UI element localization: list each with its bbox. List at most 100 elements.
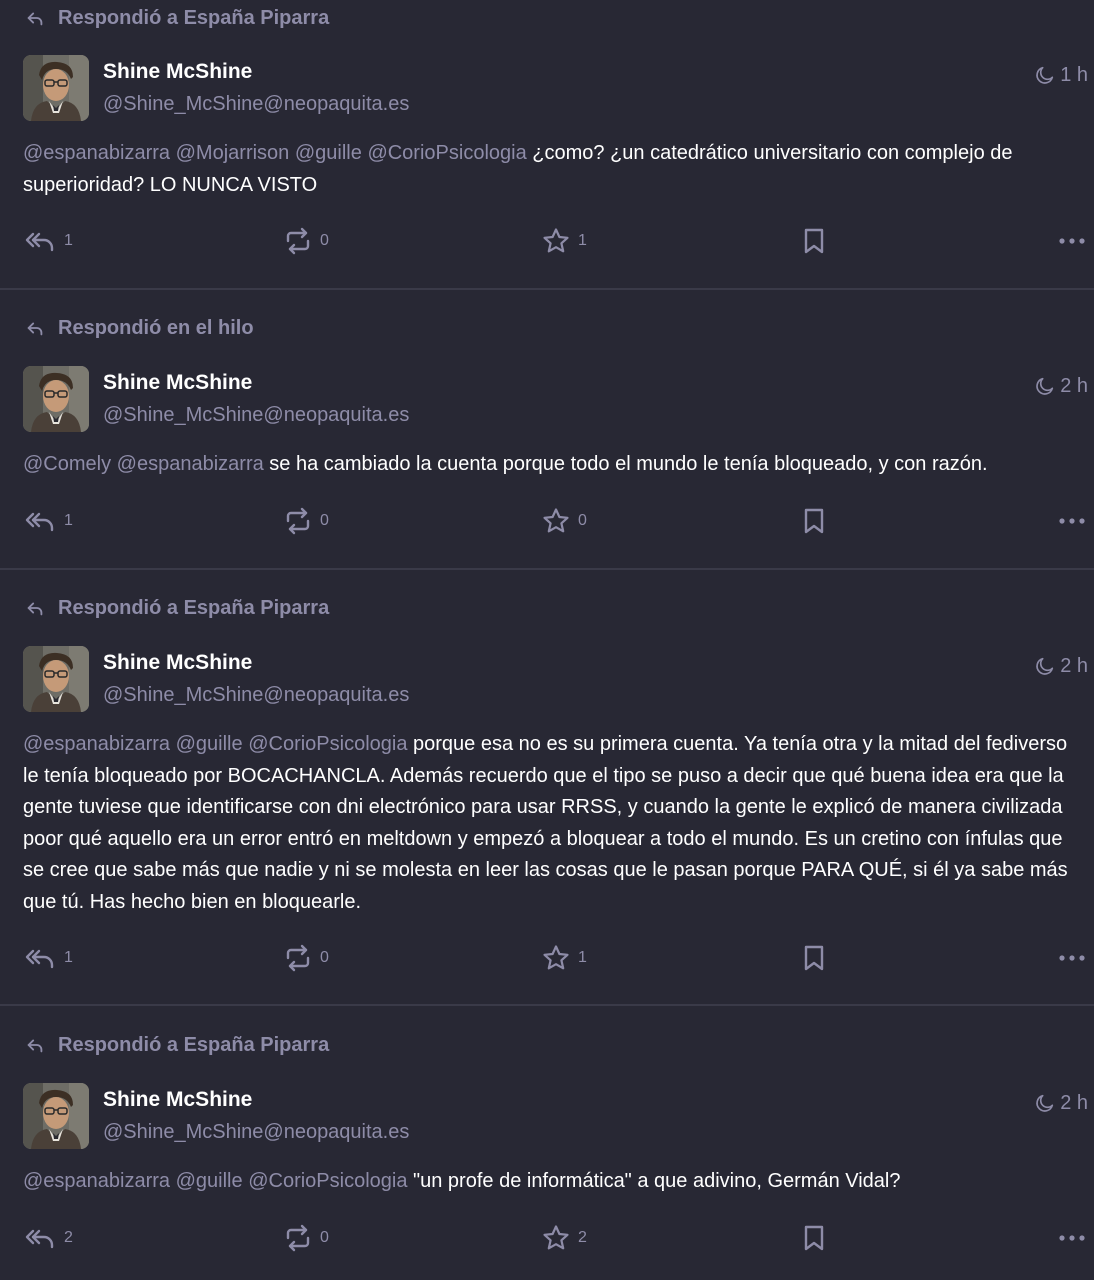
mention-link[interactable]: @espanabizarra [23,733,170,755]
bookmark-button[interactable] [802,501,826,541]
more-icon [1058,1234,1086,1242]
bookmark-icon [802,507,826,535]
mention-link[interactable]: @guille [295,142,362,164]
reply-count: 1 [64,949,73,966]
post-divider [0,1004,1094,1006]
bookmark-button[interactable] [802,221,826,261]
author-handle[interactable]: @Shine_McShine@neopaquita.es [103,401,409,429]
more-button[interactable] [1058,221,1086,261]
reply-all-icon [24,229,56,253]
post-content: @espanabizarra @Mojarrison @guille @Cori… [23,138,1088,201]
star-icon [542,507,570,535]
post-text: se ha cambiado la cuenta porque todo el … [263,453,988,475]
mention-link[interactable]: @espanabizarra [23,1170,170,1192]
moon-icon [1034,64,1056,86]
reply-arrow-icon [24,1034,46,1056]
status-post[interactable]: Respondió en el hilo Shine McShine @Shin… [0,310,1094,568]
post-text: porque esa no es su primera cuenta. Ya t… [23,733,1068,913]
favourite-button[interactable]: 1 [542,221,587,261]
author-handle[interactable]: @Shine_McShine@neopaquita.es [103,681,409,709]
reply-button[interactable]: 2 [24,1218,73,1258]
mention-link[interactable]: @CorioPsicologia [367,142,526,164]
reply-indicator[interactable]: Respondió a España Piparra [24,1027,329,1063]
reply-arrow-icon [24,317,46,339]
boost-button[interactable]: 0 [284,501,329,541]
post-divider [0,568,1094,570]
status-post[interactable]: Respondió a España Piparra Shine McShine… [0,1027,1094,1280]
reply-label: Respondió a España Piparra [58,6,330,29]
moon-icon [1034,375,1056,397]
favourite-count: 1 [578,232,587,249]
star-icon [542,1224,570,1252]
mention-link[interactable]: @Mojarrison [176,142,290,164]
status-post[interactable]: Respondió a España Piparra Shine McShine… [0,590,1094,1004]
author-name[interactable]: Shine McShine [103,649,252,677]
boost-icon [284,507,312,535]
post-content: @espanabizarra @guille @CorioPsicologia … [23,1166,1088,1198]
author-handle[interactable]: @Shine_McShine@neopaquita.es [103,1118,409,1146]
boost-icon [284,227,312,255]
bookmark-icon [802,227,826,255]
post-content: @espanabizarra @guille @CorioPsicologia … [23,729,1088,918]
post-time[interactable]: 1 h [1034,61,1088,89]
post-time[interactable]: 2 h [1034,652,1088,680]
avatar[interactable] [23,55,89,121]
star-icon [542,944,570,972]
boost-button[interactable]: 0 [284,1218,329,1258]
time-label: 2 h [1060,654,1088,677]
reply-indicator[interactable]: Respondió a España Piparra [24,590,329,626]
status-post[interactable]: Respondió a España Piparra Shine McShine… [0,0,1094,289]
time-label: 1 h [1060,63,1088,86]
mention-link[interactable]: @espanabizarra [117,453,264,475]
time-label: 2 h [1060,374,1088,397]
boost-count: 0 [320,232,329,249]
post-content: @Comely @espanabizarra se ha cambiado la… [23,449,1088,481]
reply-count: 1 [64,512,73,529]
post-divider [0,288,1094,290]
reply-label: Respondió en el hilo [58,316,254,339]
author-name[interactable]: Shine McShine [103,1086,252,1114]
avatar[interactable] [23,366,89,432]
reply-button[interactable]: 1 [24,221,73,261]
bookmark-icon [802,1224,826,1252]
favourite-count: 1 [578,949,587,966]
bookmark-icon [802,944,826,972]
more-button[interactable] [1058,501,1086,541]
bookmark-button[interactable] [802,938,826,978]
favourite-button[interactable]: 1 [542,938,587,978]
post-time[interactable]: 2 h [1034,372,1088,400]
reply-all-icon [24,1226,56,1250]
post-time[interactable]: 2 h [1034,1089,1088,1117]
boost-count: 0 [320,1229,329,1246]
boost-count: 0 [320,949,329,966]
boost-button[interactable]: 0 [284,938,329,978]
bookmark-button[interactable] [802,1218,826,1258]
author-handle[interactable]: @Shine_McShine@neopaquita.es [103,90,409,118]
author-name[interactable]: Shine McShine [103,58,252,86]
moon-icon [1034,1092,1056,1114]
reply-count: 2 [64,1229,73,1246]
mention-link[interactable]: @guille [176,1170,243,1192]
more-button[interactable] [1058,938,1086,978]
reply-button[interactable]: 1 [24,501,73,541]
reply-indicator[interactable]: Respondió a España Piparra [24,0,329,36]
avatar[interactable] [23,646,89,712]
author-name[interactable]: Shine McShine [103,369,252,397]
avatar[interactable] [23,1083,89,1149]
action-bar: 1 0 1 [0,221,1094,261]
reply-arrow-icon [24,7,46,29]
mention-link[interactable]: @CorioPsicologia [248,1170,407,1192]
boost-button[interactable]: 0 [284,221,329,261]
mention-link[interactable]: @Comely [23,453,111,475]
more-button[interactable] [1058,1218,1086,1258]
mention-link[interactable]: @CorioPsicologia [248,733,407,755]
favourite-button[interactable]: 2 [542,1218,587,1258]
mention-link[interactable]: @guille [176,733,243,755]
mention-link[interactable]: @espanabizarra [23,142,170,164]
time-label: 2 h [1060,1091,1088,1114]
reply-indicator[interactable]: Respondió en el hilo [24,310,254,346]
boost-icon [284,944,312,972]
favourite-button[interactable]: 0 [542,501,587,541]
boost-count: 0 [320,512,329,529]
reply-button[interactable]: 1 [24,938,73,978]
